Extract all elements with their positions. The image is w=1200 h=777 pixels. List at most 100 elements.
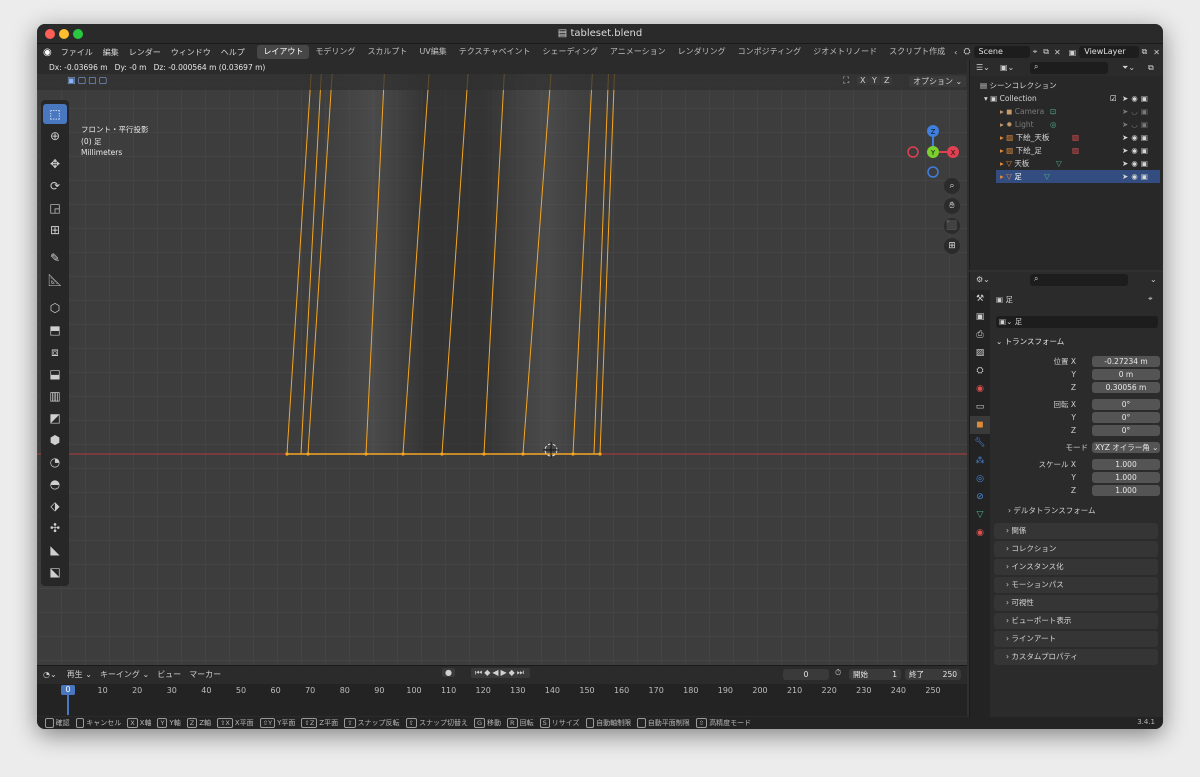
- scale-y-field[interactable]: 1.000: [1092, 472, 1160, 483]
- object-visibility-icon[interactable]: ⛶: [843, 76, 849, 86]
- menu-edit[interactable]: 編集: [98, 47, 124, 58]
- move-tool[interactable]: ✥: [43, 154, 67, 174]
- rotation-z-field[interactable]: 0°: [1092, 425, 1160, 436]
- restrict-icons[interactable]: ➤◉▣: [1122, 170, 1151, 183]
- scene-tab-icon[interactable]: ⛭: [970, 362, 990, 380]
- tab-texture-paint[interactable]: テクスチャペイント: [453, 45, 537, 59]
- delta-transform-subpanel[interactable]: › デルタトランスフォーム: [1008, 505, 1096, 517]
- restrict-icons[interactable]: ➤◉▣: [1122, 131, 1151, 144]
- pin-icon[interactable]: ⌖: [1030, 47, 1041, 57]
- mirror-axis-y[interactable]: Y: [869, 76, 880, 85]
- view-menu[interactable]: ビュー: [153, 669, 185, 680]
- menu-file[interactable]: ファイル: [56, 47, 98, 58]
- menu-window[interactable]: ウィンドウ: [166, 47, 216, 58]
- mirror-axis-x[interactable]: X: [857, 76, 869, 85]
- marker-menu[interactable]: マーカー: [185, 669, 225, 680]
- tab-geometry-nodes[interactable]: ジオメトリノード: [807, 45, 883, 59]
- timeline-editor-icon[interactable]: ◔⌄: [37, 670, 63, 679]
- select-mode-icons[interactable]: ▣▢▢▢: [67, 76, 109, 86]
- smooth-tool[interactable]: ◓: [43, 474, 67, 494]
- navigation-gizmo[interactable]: Z X Y: [905, 124, 961, 180]
- display-mode-icon[interactable]: ▣⌄: [1000, 63, 1014, 72]
- menu-render[interactable]: レンダー: [124, 47, 166, 58]
- pin-icon[interactable]: ⌖: [1148, 294, 1153, 304]
- record-button[interactable]: ●: [442, 668, 455, 677]
- end-frame-field[interactable]: 終了 250: [905, 669, 961, 680]
- options-dropdown[interactable]: オプション ⌄: [909, 76, 967, 87]
- select-box-tool[interactable]: ⬚: [43, 104, 67, 124]
- panel-collections[interactable]: › コレクション: [994, 541, 1158, 557]
- panel-custom-properties[interactable]: › カスタムプロパティ: [994, 649, 1158, 665]
- camera-view-icon[interactable]: ⬛: [944, 218, 960, 234]
- new-collection-icon[interactable]: ⧉: [1148, 63, 1154, 73]
- shear-tool[interactable]: ◣: [43, 540, 67, 560]
- scale-z-field[interactable]: 1.000: [1092, 485, 1160, 496]
- mirror-axis-z[interactable]: Z: [881, 76, 893, 85]
- output-tab-icon[interactable]: ⎙: [970, 326, 990, 344]
- view-layer-selector[interactable]: ViewLayer: [1079, 46, 1139, 58]
- rotation-y-field[interactable]: 0°: [1092, 412, 1160, 423]
- rotation-x-field[interactable]: 0°: [1092, 399, 1160, 410]
- restrict-icons[interactable]: ➤◉▣: [1122, 157, 1151, 170]
- loop-cut-tool[interactable]: ▥: [43, 386, 67, 406]
- new-scene-icon[interactable]: ⧉: [1040, 47, 1052, 57]
- restrict-icons[interactable]: ➤◡▣: [1122, 118, 1151, 131]
- location-x-field[interactable]: -0.27234 m: [1092, 356, 1160, 367]
- outliner-item-ref-leg[interactable]: ▸ ▨ 下絵_足 ▨ ➤◉▣: [1000, 144, 1163, 157]
- location-y-field[interactable]: 0 m: [1092, 369, 1160, 380]
- ortho-grid-icon[interactable]: ⊞: [944, 238, 960, 254]
- panel-instancing[interactable]: › インスタンス化: [994, 559, 1158, 575]
- extrude-tool[interactable]: ⬒: [43, 320, 67, 340]
- tool-tab-icon[interactable]: ⚒: [970, 290, 990, 308]
- poly-build-tool[interactable]: ⬢: [43, 430, 67, 450]
- panel-relations[interactable]: › 関係: [994, 523, 1158, 539]
- spin-tool[interactable]: ◔: [43, 452, 67, 472]
- bevel-tool[interactable]: ⬓: [43, 364, 67, 384]
- tab-shading[interactable]: シェーディング: [536, 45, 603, 59]
- outliner-item-ref-top[interactable]: ▸ ▨ 下絵_天板 ▨ ➤◉▣: [1000, 131, 1163, 144]
- material-tab-icon[interactable]: ◉: [970, 524, 990, 542]
- restrict-icons[interactable]: ➤◡▣: [1122, 105, 1151, 118]
- transform-tool[interactable]: ⊞: [43, 220, 67, 240]
- chevron-left-icon[interactable]: ‹: [951, 48, 960, 57]
- scale-tool[interactable]: ◲: [43, 198, 67, 218]
- blender-logo-icon[interactable]: ◉: [37, 47, 56, 58]
- panel-motion-paths[interactable]: › モーションパス: [994, 577, 1158, 593]
- stopwatch-icon[interactable]: ⏱: [835, 668, 841, 678]
- particles-tab-icon[interactable]: ⁂: [970, 452, 990, 470]
- chevron-down-icon[interactable]: ⌄: [1150, 275, 1157, 284]
- delete-scene-icon[interactable]: ✕: [1052, 48, 1066, 57]
- outliner-item-camera[interactable]: ▸ ◼︎ Camera ⊡ ➤◡▣: [1000, 105, 1163, 118]
- modifier-tab-icon[interactable]: 🔧︎: [970, 434, 990, 452]
- view-layer-icon[interactable]: ▣: [1066, 48, 1080, 57]
- outliner-item-leg[interactable]: ▸ ▽ 足 ▽ ➤◉▣: [996, 170, 1160, 183]
- playback-menu[interactable]: 再生 ⌄: [63, 669, 96, 680]
- tab-layout[interactable]: レイアウト: [257, 45, 310, 59]
- constraints-tab-icon[interactable]: ⊘: [970, 488, 990, 506]
- transform-panel-header[interactable]: ⌄ トランスフォーム: [996, 336, 1064, 348]
- playhead[interactable]: 0: [61, 685, 75, 695]
- checkbox-icon[interactable]: ☑: [1110, 92, 1117, 105]
- tab-uv-editing[interactable]: UV編集: [413, 45, 452, 59]
- scene-icon[interactable]: ⛭: [960, 47, 973, 57]
- cursor-tool[interactable]: ⊕: [43, 126, 67, 146]
- tab-compositing[interactable]: コンポジティング: [732, 45, 808, 59]
- start-frame-field[interactable]: 開始 1: [849, 669, 901, 680]
- rotate-tool[interactable]: ⟳: [43, 176, 67, 196]
- delete-view-layer-icon[interactable]: ✕: [1150, 48, 1163, 57]
- editor-type-icon[interactable]: ☰⌄: [976, 63, 990, 72]
- rotation-mode-dropdown[interactable]: XYZ オイラー角 ⌄: [1092, 442, 1160, 453]
- knife-tool[interactable]: ◩: [43, 408, 67, 428]
- data-tab-icon[interactable]: ▽: [970, 506, 990, 524]
- new-view-layer-icon[interactable]: ⧉: [1139, 47, 1151, 57]
- keying-menu[interactable]: キーイング ⌄: [96, 669, 153, 680]
- restrict-icons[interactable]: ➤◉▣: [1122, 92, 1151, 105]
- editor-type-icon[interactable]: ⚙⌄: [976, 275, 990, 284]
- annotate-tool[interactable]: ✎: [43, 248, 67, 268]
- 3d-viewport[interactable]: Dx: -0.03696 m Dy: -0 m Dz: -0.000564 m …: [37, 60, 967, 665]
- tab-rendering[interactable]: レンダリング: [672, 45, 732, 59]
- panel-visibility[interactable]: › 可視性: [994, 595, 1158, 611]
- render-tab-icon[interactable]: ▣: [970, 308, 990, 326]
- inset-tool[interactable]: ⧈: [43, 342, 67, 362]
- zoom-icon[interactable]: ⌕: [944, 178, 960, 194]
